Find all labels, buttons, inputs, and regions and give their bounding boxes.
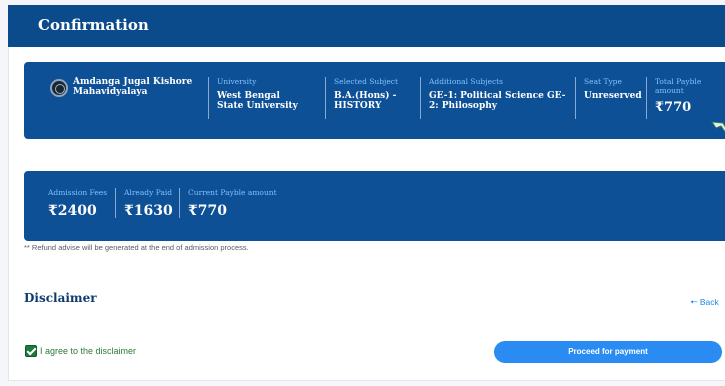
additional-subjects-field: Additional Subjects GE-1: Political Scie…	[420, 77, 570, 119]
admission-fees-label: Admission Fees	[48, 188, 108, 197]
current-payable-value: ₹770	[188, 203, 227, 219]
additional-subjects-value: GE-1: Political Science GE-2: Philosophy	[429, 91, 566, 111]
current-payable-field: Current Payble amount ₹770	[179, 188, 289, 219]
agree-label: I agree to the disclaimer	[40, 346, 137, 356]
already-paid-field: Already Paid ₹1630	[115, 188, 175, 219]
page-title: Confirmation	[38, 16, 149, 34]
already-paid-value: ₹1630	[124, 203, 173, 219]
seat-type-value: Unreserved	[584, 91, 642, 101]
selected-subject-field: Selected Subject B.A.(Hons) - HISTORY	[325, 77, 405, 119]
proceed-for-payment-button[interactable]: Proceed for payment	[494, 341, 722, 363]
agree-row: I agree to the disclaimer	[25, 345, 136, 357]
admission-fees-value: ₹2400	[48, 203, 97, 219]
selected-subject-label: Selected Subject	[334, 77, 398, 86]
university-value: West Bengal State University	[217, 91, 298, 111]
college-name: Amdanga Jugal Kishore Mahavidyalaya	[73, 77, 193, 97]
seat-type-field: Seat Type Unreserved	[575, 77, 642, 119]
back-arrow-icon: 🠔	[690, 297, 698, 307]
pointer-arrow-icon	[711, 121, 725, 133]
current-payable-label: Current Payble amount	[188, 188, 277, 197]
university-field: University West Bengal State University	[208, 77, 308, 119]
refund-note: ** Refund advise will be generated at th…	[24, 243, 249, 252]
additional-subjects-label: Additional Subjects	[429, 77, 504, 86]
agree-checkbox[interactable]	[25, 345, 37, 357]
back-label: Back	[699, 297, 719, 307]
already-paid-label: Already Paid	[124, 188, 173, 197]
admission-fees-field: Admission Fees ₹2400	[40, 188, 115, 219]
page-header: Confirmation	[8, 5, 725, 47]
college-logo	[50, 79, 68, 97]
disclaimer-heading: Disclaimer	[24, 291, 97, 305]
university-label: University	[217, 77, 257, 86]
selected-subject-value: B.A.(Hons) - HISTORY	[334, 91, 397, 111]
total-payable-label: Total Payble amount	[655, 77, 702, 95]
seat-type-label: Seat Type	[584, 77, 622, 86]
back-link[interactable]: 🠔 Back	[690, 295, 719, 311]
